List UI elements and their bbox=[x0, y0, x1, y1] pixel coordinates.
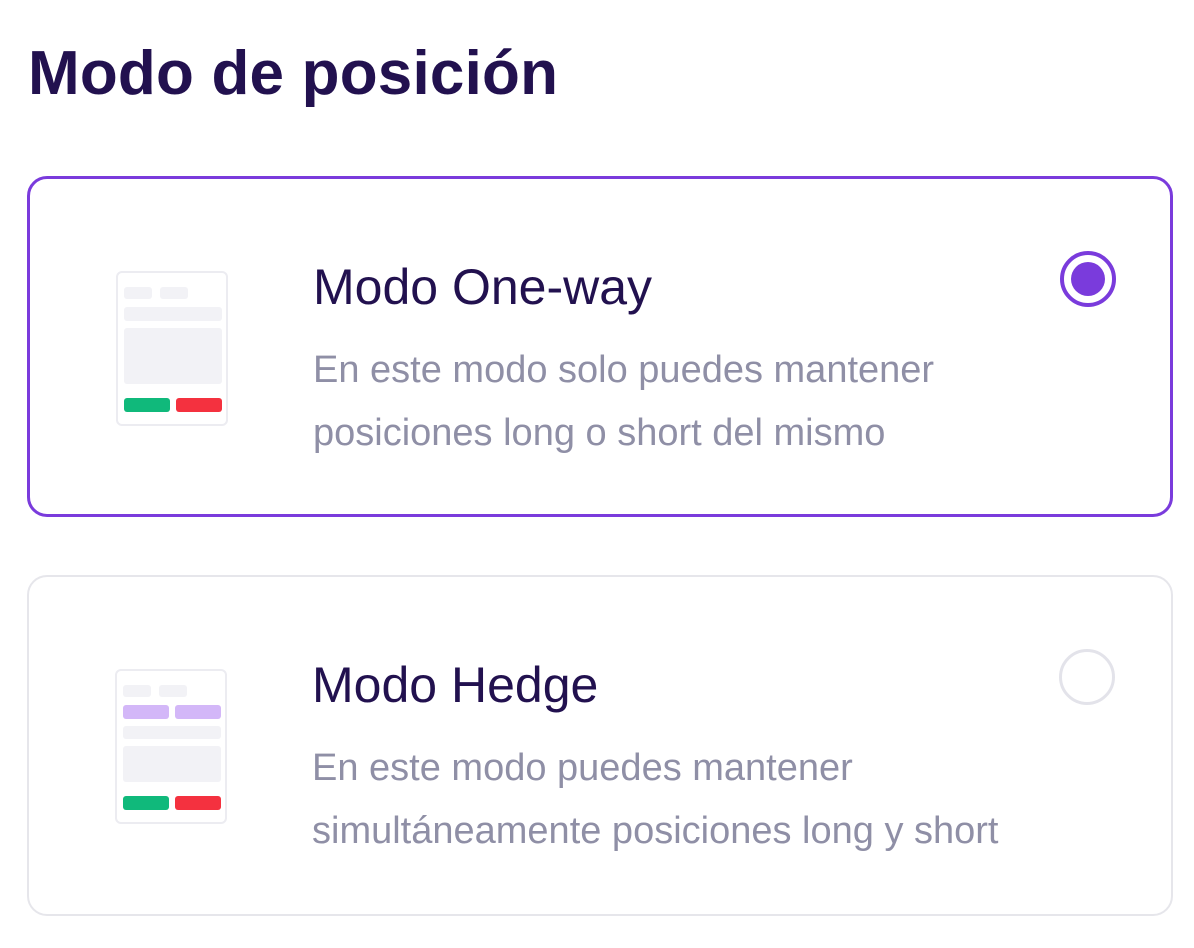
page-title: Modo de posición bbox=[28, 39, 559, 108]
option-description-line: En este modo puedes mantener bbox=[312, 747, 853, 789]
option-description-line: simultáneamente posiciones long y short bbox=[312, 810, 999, 852]
option-card-one-way[interactable]: Modo One-way En este modo solo puedes ma… bbox=[27, 176, 1173, 517]
radio-button-one-way[interactable] bbox=[1060, 251, 1116, 307]
option-description: En este modo solo puedes mantener posici… bbox=[313, 339, 934, 465]
position-mode-page: Modo de posición Modo One-way En este mo… bbox=[0, 0, 1194, 948]
hedge-position-illustration-icon bbox=[115, 669, 227, 824]
option-description: En este modo puedes mantener simultáneam… bbox=[312, 737, 999, 863]
radio-selected-dot-icon bbox=[1071, 262, 1105, 296]
option-card-hedge[interactable]: Modo Hedge En este modo puedes mantener … bbox=[27, 575, 1173, 916]
option-title: Modo Hedge bbox=[312, 657, 599, 713]
option-description-line: En este modo solo puedes mantener bbox=[313, 349, 935, 391]
radio-button-hedge[interactable] bbox=[1059, 649, 1115, 705]
single-position-illustration-icon bbox=[116, 271, 228, 426]
option-title: Modo One-way bbox=[313, 259, 653, 315]
option-description-line: posiciones long o short del mismo bbox=[313, 412, 886, 454]
